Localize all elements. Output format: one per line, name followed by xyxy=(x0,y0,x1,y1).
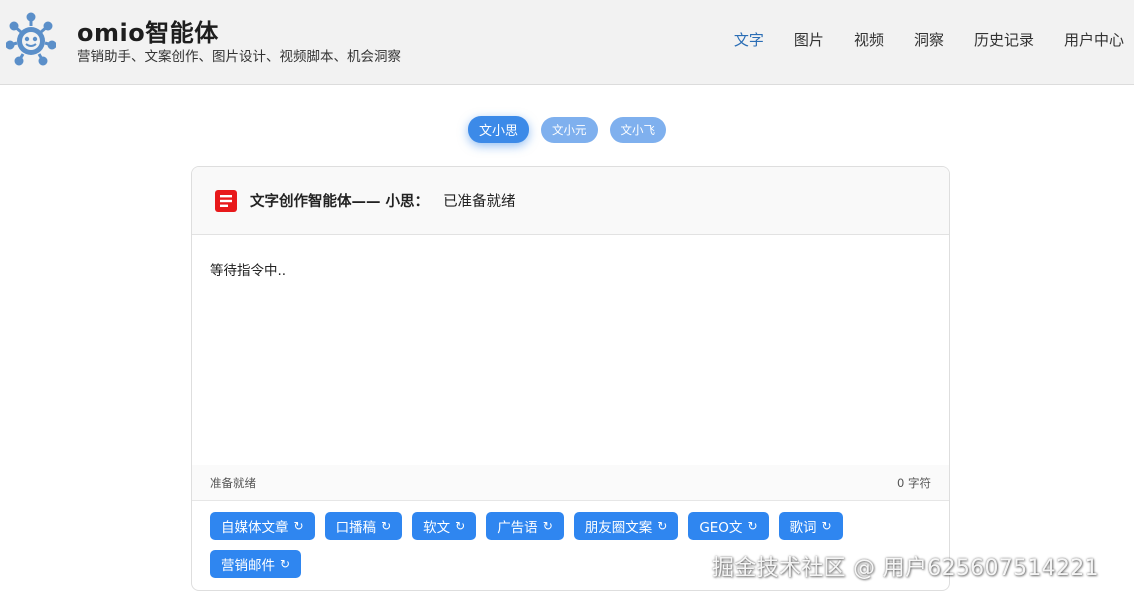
voiceover-script-button[interactable]: 口播稿 ↻ xyxy=(324,512,403,540)
button-label: 营销邮件 xyxy=(221,558,275,574)
geo-article-button[interactable]: GEO文 ↻ xyxy=(688,512,769,540)
panel-header: 文字创作智能体—— 小思： 已准备就绪 xyxy=(192,167,949,235)
refresh-icon: ↻ xyxy=(455,519,466,533)
button-label: 自媒体文章 xyxy=(221,520,289,536)
refresh-icon: ↻ xyxy=(821,519,832,533)
panel-footer: 准备就绪 0 字符 xyxy=(192,465,949,501)
refresh-icon: ↻ xyxy=(280,557,291,571)
button-label: 软文 xyxy=(423,520,451,536)
top-header: omio智能体 营销助手、文案创作、图片设计、视频脚本、机会洞察 文字 图片 视… xyxy=(0,0,1134,85)
robot-network-icon[interactable] xyxy=(6,12,56,66)
button-label: 歌词 xyxy=(789,520,817,536)
nav-item-image[interactable]: 图片 xyxy=(794,29,824,50)
button-label: 广告语 xyxy=(497,520,538,536)
panel-status: 已准备就绪 xyxy=(443,194,516,210)
self-media-article-button[interactable]: 自媒体文章 ↻ xyxy=(210,512,315,540)
refresh-icon: ↻ xyxy=(542,519,553,533)
refresh-icon: ↻ xyxy=(747,519,758,533)
nav-item-text[interactable]: 文字 xyxy=(734,29,764,50)
agent-tab-wenxiaoyuan[interactable]: 文小元 xyxy=(541,116,598,143)
nav-item-history[interactable]: 历史记录 xyxy=(974,29,1034,50)
moments-copy-button[interactable]: 朋友圈文案 ↻ xyxy=(573,512,679,540)
document-icon xyxy=(215,189,237,212)
output-area[interactable]: 等待指令中.. xyxy=(192,235,949,465)
footer-status: 准备就绪 xyxy=(210,475,256,490)
writing-agent-panel: 文字创作智能体—— 小思： 已准备就绪 等待指令中.. 准备就绪 0 字符 自媒… xyxy=(191,166,950,591)
refresh-icon: ↻ xyxy=(381,519,392,533)
nav-item-video[interactable]: 视频 xyxy=(854,29,884,50)
advertorial-button[interactable]: 软文 ↻ xyxy=(412,512,477,540)
output-placeholder: 等待指令中.. xyxy=(210,263,287,279)
refresh-icon: ↻ xyxy=(657,519,668,533)
lyrics-button[interactable]: 歌词 ↻ xyxy=(778,512,843,540)
agent-tab-wenxiaofei[interactable]: 文小飞 xyxy=(609,116,666,143)
button-label: GEO文 xyxy=(699,520,743,536)
nav-item-user-center[interactable]: 用户中心 xyxy=(1064,29,1124,50)
app-subtitle: 营销助手、文案创作、图片设计、视频脚本、机会洞察 xyxy=(77,49,401,65)
agent-switcher: 文小思 文小元 文小飞 xyxy=(0,116,1134,143)
char-count: 0 字符 xyxy=(897,475,931,490)
panel-title: 文字创作智能体—— 小思： xyxy=(250,194,430,210)
nav-item-insight[interactable]: 洞察 xyxy=(914,29,944,50)
button-label: 朋友圈文案 xyxy=(584,520,653,536)
button-label: 口播稿 xyxy=(335,520,377,536)
app-title: omio智能体 xyxy=(77,19,219,47)
refresh-icon: ↻ xyxy=(293,519,304,533)
main-nav: 文字 图片 视频 洞察 历史记录 用户中心 xyxy=(704,29,1124,50)
marketing-email-button[interactable]: 营销邮件 ↻ xyxy=(210,550,302,578)
agent-tab-wenxiaosi[interactable]: 文小思 xyxy=(467,116,529,143)
slogan-button[interactable]: 广告语 ↻ xyxy=(486,512,564,540)
watermark: 掘金技术社区 @ 用户625607514221 xyxy=(712,556,1099,581)
